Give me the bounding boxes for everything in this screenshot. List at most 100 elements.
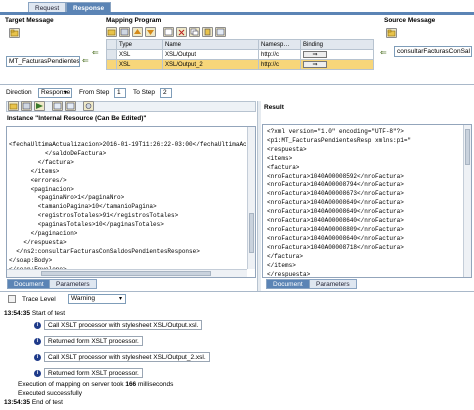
scroll-thumb[interactable] xyxy=(465,129,470,165)
view-toggle-icon[interactable] xyxy=(65,101,76,111)
horizontal-scrollbar[interactable] xyxy=(7,269,247,277)
tab-parameters-right[interactable]: Parameters xyxy=(309,279,357,289)
xml-line: <tamanioPagina>10</tamanioPagina> xyxy=(9,203,157,211)
result-xml-viewer[interactable]: <?xml version="1.0" encoding="UTF-8"?> <p… xyxy=(262,124,472,278)
source-message-field[interactable]: consultarFacturasConSal xyxy=(394,46,472,57)
to-step-label: To Step xyxy=(133,89,156,96)
column-header-binding: Binding xyxy=(300,39,374,50)
mapping-delete-icon[interactable] xyxy=(176,27,187,37)
vertical-scrollbar[interactable] xyxy=(247,127,255,269)
target-load-icon[interactable] xyxy=(9,28,20,38)
mapping-details-icon[interactable] xyxy=(215,27,226,37)
source-message-title: Source Message xyxy=(384,17,436,24)
test-icon[interactable] xyxy=(34,101,45,111)
xml-line: </paginacion> xyxy=(9,230,78,238)
xml-line: <errores/> xyxy=(9,176,67,184)
instance-xml-content[interactable]: <fechaUltimaActualizacion>2016-01-19T11:… xyxy=(9,141,246,275)
chevron-down-icon[interactable]: ▾ xyxy=(64,88,67,98)
xml-line: </saldoDeFactura> xyxy=(9,149,107,157)
xml-line: </items> xyxy=(267,261,296,269)
info-icon: i xyxy=(34,338,41,345)
scroll-thumb[interactable] xyxy=(41,271,211,276)
log-end-line: 13:54:35 End of test xyxy=(4,399,63,406)
xml-line: </respuesta> xyxy=(267,270,311,278)
trace-level-label: Trace Level xyxy=(22,296,56,303)
trace-level-icon[interactable] xyxy=(8,295,16,303)
column-header-namespace: Namesp… xyxy=(258,39,301,50)
mapping-type-cell: XSL xyxy=(116,59,163,70)
xml-line: <p1:MT_FacturasPendientesResp xmlns:p1=" xyxy=(267,136,412,144)
scroll-thumb[interactable] xyxy=(249,213,254,253)
xml-line: <registrosTotales>91</registrosTotales> xyxy=(9,212,179,220)
xml-line: </respuesta> xyxy=(9,238,67,246)
log-message: Returned form XSLT processor. xyxy=(44,336,143,346)
xml-line: </soap:Body> xyxy=(9,256,53,264)
mapping-name-cell[interactable]: XSL/Output_2 xyxy=(162,59,259,70)
load-test-instance-icon[interactable] xyxy=(8,101,19,111)
column-header-type: Type xyxy=(116,39,163,50)
mapping-insert-icon[interactable] xyxy=(163,27,174,37)
table-row[interactable]: XSL XSL/Output http://c ⇒ xyxy=(106,49,374,60)
vertical-scrollbar[interactable] xyxy=(463,125,471,277)
tab-document-right[interactable]: Document xyxy=(266,279,310,289)
info-icon: i xyxy=(34,322,41,329)
chevron-down-icon[interactable]: ▾ xyxy=(119,295,122,304)
xml-line: <respuesta> xyxy=(267,145,307,153)
tab-strip-bar xyxy=(0,12,474,15)
row-selector[interactable] xyxy=(106,59,117,70)
log-text: milliseconds xyxy=(138,381,174,388)
xml-line: <nroFactura>1040A00008649</nroFactura> xyxy=(267,199,404,207)
log-execution-time: Execution of mapping on server took 166 … xyxy=(18,381,173,388)
xml-line: </items> xyxy=(9,167,60,175)
direction-label: Direction xyxy=(6,89,32,96)
column-header-name: Name xyxy=(162,39,259,50)
xml-line: <nroFactura>1040A00008809</nroFactura> xyxy=(267,225,404,233)
log-success-line: Executed successfully xyxy=(18,390,82,397)
binding-arrow-icon[interactable]: ⇒ xyxy=(303,50,327,58)
xml-line: </factura> xyxy=(267,252,304,260)
instance-xml-editor[interactable]: <fechaUltimaActualizacion>2016-01-19T11:… xyxy=(6,126,256,278)
trace-level-select[interactable]: Warning xyxy=(68,294,126,304)
mapping-program-table: Type Name Namesp… Binding XSL XSL/Output… xyxy=(106,39,374,70)
log-timestamp: 13:54:35 xyxy=(4,310,31,317)
mapping-type-cell: XSL xyxy=(116,49,163,60)
to-step-field[interactable]: 2 xyxy=(160,88,172,98)
target-message-field[interactable]: MT_FacturasPendientesF xyxy=(6,56,80,67)
tab-parameters-left[interactable]: Parameters xyxy=(49,279,97,289)
save-instance-icon[interactable] xyxy=(21,101,32,111)
xml-line: <paginacion> xyxy=(9,185,74,193)
row-selector[interactable] xyxy=(106,49,117,60)
log-text: Start of test xyxy=(31,310,66,317)
xml-line: <nroFactura>1040A00008794</nroFactura> xyxy=(267,181,404,189)
xml-line: </ns2:consultarFacturasConSaldosPendient… xyxy=(9,247,200,255)
mapping-name-cell[interactable]: XSL/Output xyxy=(162,49,259,60)
mapping-save-icon[interactable] xyxy=(119,27,130,37)
source-load-icon[interactable] xyxy=(386,28,397,38)
tab-document-left[interactable]: Document xyxy=(7,279,51,289)
mapping-load-icon[interactable] xyxy=(106,27,117,37)
log-exec-ms: 166 xyxy=(125,381,137,388)
pane-splitter[interactable] xyxy=(257,101,261,291)
log-start-line: 13:54:35 Start of test xyxy=(4,310,65,317)
xml-line: </factura> xyxy=(9,158,74,166)
mapping-move-up-icon[interactable] xyxy=(132,27,143,37)
settings-icon[interactable] xyxy=(83,101,94,111)
view-mode-icon[interactable] xyxy=(52,101,63,111)
binding-arrow-icon[interactable]: ⇒ xyxy=(303,60,327,68)
mapping-copy-icon[interactable] xyxy=(189,27,200,37)
table-header-row: Type Name Namesp… Binding xyxy=(106,39,374,50)
mapping-move-down-icon[interactable] xyxy=(145,27,156,37)
from-step-field[interactable]: 1 xyxy=(114,88,126,98)
binding-cell[interactable]: ⇒ xyxy=(300,59,374,70)
mapping-program-title: Mapping Program xyxy=(106,17,162,24)
mapping-namespace-cell: http://c xyxy=(258,59,301,70)
table-row-selected[interactable]: XSL XSL/Output_2 http://c ⇒ xyxy=(106,59,374,70)
divider xyxy=(0,291,474,292)
target-message-title: Target Message xyxy=(5,17,54,24)
mapping-paste-icon[interactable] xyxy=(202,27,213,37)
log-message: Returned form XSLT processor. xyxy=(44,368,143,378)
binding-cell[interactable]: ⇒ xyxy=(300,49,374,60)
row-selector-header xyxy=(106,39,117,50)
result-pane-title: Result xyxy=(264,104,284,111)
xml-line: <nroFactura>1040A00008592</nroFactura> xyxy=(267,172,404,180)
